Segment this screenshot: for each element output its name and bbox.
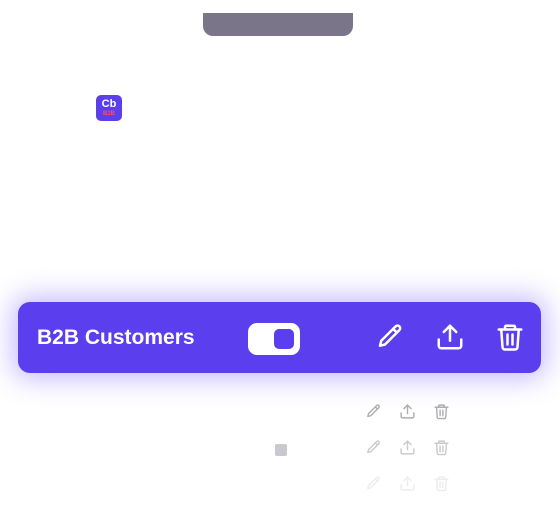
row-delete-button[interactable] [430, 436, 452, 458]
share-button[interactable] [432, 319, 468, 355]
device-notch [203, 13, 353, 36]
pencil-icon [378, 324, 402, 347]
list-item-actions [362, 472, 464, 494]
toggle-knob [274, 329, 294, 349]
upload-icon [437, 324, 463, 350]
app-logo-text: Cb [101, 98, 117, 110]
trash-icon [497, 324, 523, 351]
row-delete-button[interactable] [430, 472, 452, 494]
upload-icon [399, 439, 415, 455]
row-edit-button[interactable] [362, 436, 384, 458]
row-share-button[interactable] [396, 436, 418, 458]
list-item-actions [362, 400, 464, 422]
list-item-actions [362, 436, 464, 458]
list-title: B2B Customers [37, 325, 195, 349]
pencil-icon [366, 475, 380, 489]
trash-icon [433, 475, 449, 491]
trash-icon [433, 439, 449, 455]
upload-icon [399, 475, 415, 491]
pencil-icon [366, 403, 380, 417]
edit-button[interactable] [372, 319, 408, 355]
pencil-icon [366, 439, 380, 453]
row-edit-button[interactable] [362, 400, 384, 422]
row-share-button[interactable] [396, 400, 418, 422]
app-logo-subtext: B2B [102, 111, 115, 117]
drag-handle [275, 444, 287, 456]
app-logo-icon: Cb B2B [96, 95, 122, 121]
trash-icon [433, 403, 449, 419]
row-delete-button[interactable] [430, 400, 452, 422]
list-toggle[interactable] [248, 323, 300, 355]
upload-icon [399, 403, 415, 419]
row-edit-button[interactable] [362, 472, 384, 494]
row-share-button[interactable] [396, 472, 418, 494]
selected-list-toolbar: B2B Customers [18, 302, 541, 373]
delete-button[interactable] [492, 319, 528, 355]
